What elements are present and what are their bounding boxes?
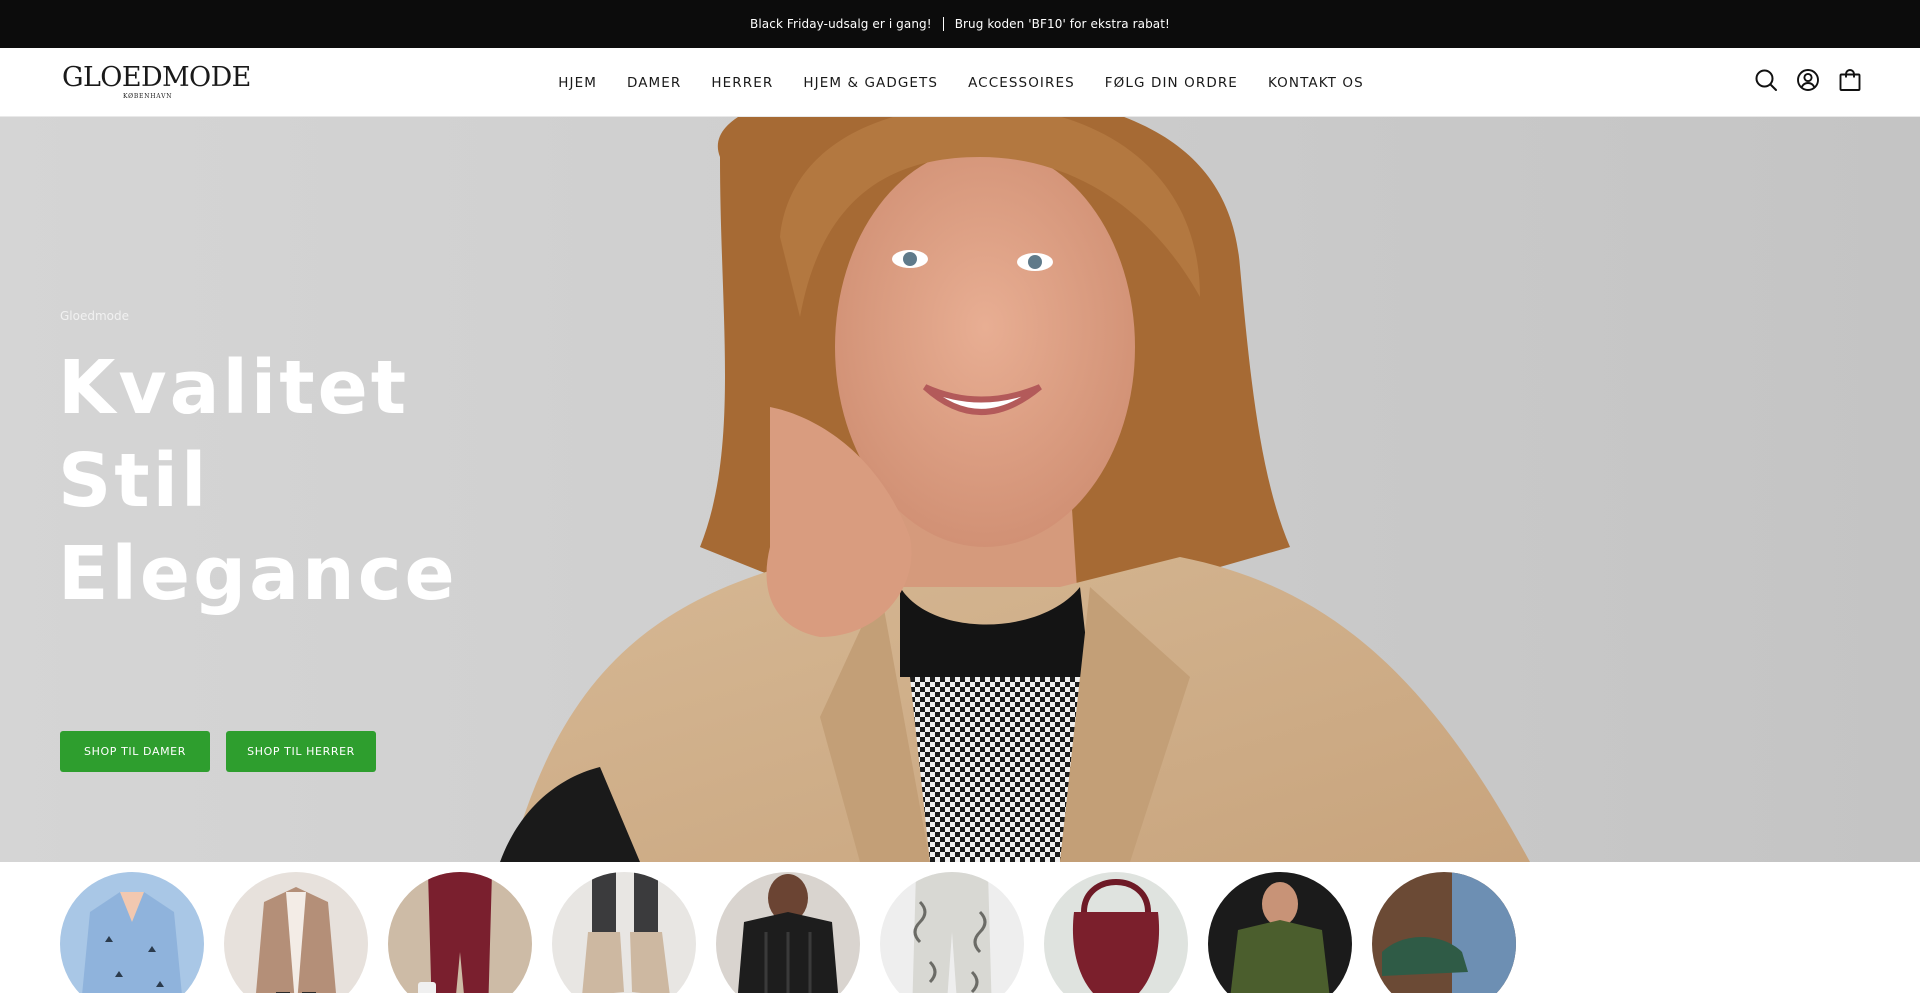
- category-item-boots[interactable]: [552, 872, 696, 993]
- category-item-mens-sweater[interactable]: [1208, 872, 1352, 993]
- header-icons: [1754, 68, 1862, 92]
- hero-title-line-1: Kvalitet: [58, 345, 410, 431]
- account-icon[interactable]: [1796, 68, 1820, 92]
- category-item-handbag[interactable]: [1044, 872, 1188, 993]
- mens-sweater-category-image: [1208, 872, 1352, 993]
- hero-title-line-2: Stil: [58, 438, 210, 524]
- hero-title: Kvalitet Stil Elegance: [58, 342, 458, 621]
- category-item-coat[interactable]: [224, 872, 368, 993]
- logo-wordmark: GLOEDMODE: [62, 62, 251, 93]
- category-item-mens-shoes[interactable]: [1372, 872, 1516, 993]
- hero-title-line-3: Elegance: [58, 531, 458, 617]
- category-item-jumpsuit[interactable]: [388, 872, 532, 993]
- nav-item-folg-din-ordre[interactable]: FØLG DIN ORDRE: [1105, 75, 1238, 91]
- site-header: GLOEDMODE KØBENHAVN HJEM DAMER HERRER HJ…: [0, 48, 1920, 117]
- handbag-category-image: [1044, 872, 1188, 993]
- hero-banner: Gloedmode Kvalitet Stil Elegance SHOP TI…: [0, 117, 1920, 862]
- nav-item-damer[interactable]: DAMER: [627, 75, 681, 91]
- cart-icon[interactable]: [1838, 68, 1862, 92]
- announcement-divider: [942, 17, 944, 31]
- coat-category-image: [224, 872, 368, 993]
- jumpsuit-category-image: [388, 872, 532, 993]
- logo-subtitle: KØBENHAVN: [123, 93, 173, 100]
- nav-item-accessoires[interactable]: ACCESSOIRES: [968, 75, 1075, 91]
- shop-men-button[interactable]: SHOP TIL HERRER: [226, 731, 376, 772]
- hero-buttons: SHOP TIL DAMER SHOP TIL HERRER: [60, 731, 376, 772]
- search-icon[interactable]: [1754, 68, 1778, 92]
- nav-item-herrer[interactable]: HERRER: [711, 75, 773, 91]
- category-item-pants[interactable]: [880, 872, 1024, 993]
- nav-item-hjem-gadgets[interactable]: HJEM & GADGETS: [803, 75, 938, 91]
- pants-category-image: [880, 872, 1024, 993]
- announcement-text-code: Brug koden 'BF10' for ekstra rabat!: [954, 17, 1170, 31]
- nav-item-hjem[interactable]: HJEM: [558, 75, 597, 91]
- category-item-shirt[interactable]: [60, 872, 204, 993]
- hero-eyebrow: Gloedmode: [60, 309, 130, 323]
- shirt-category-image: [60, 872, 204, 993]
- announcement-bar: Black Friday-udsalg er i gang! Brug kode…: [0, 0, 1920, 48]
- brand-logo[interactable]: GLOEDMODE KØBENHAVN: [62, 62, 251, 100]
- boots-category-image: [552, 872, 696, 993]
- main-nav: HJEM DAMER HERRER HJEM & GADGETS ACCESSO…: [0, 48, 1920, 117]
- announcement-text-sale: Black Friday-udsalg er i gang!: [750, 17, 932, 31]
- category-item-knit-sweater[interactable]: [716, 872, 860, 993]
- shop-women-button[interactable]: SHOP TIL DAMER: [60, 731, 210, 772]
- mens-shoes-category-image: [1372, 872, 1516, 993]
- category-carousel: [60, 872, 1516, 993]
- knit-sweater-category-image: [716, 872, 860, 993]
- nav-item-kontakt-os[interactable]: KONTAKT OS: [1268, 75, 1364, 91]
